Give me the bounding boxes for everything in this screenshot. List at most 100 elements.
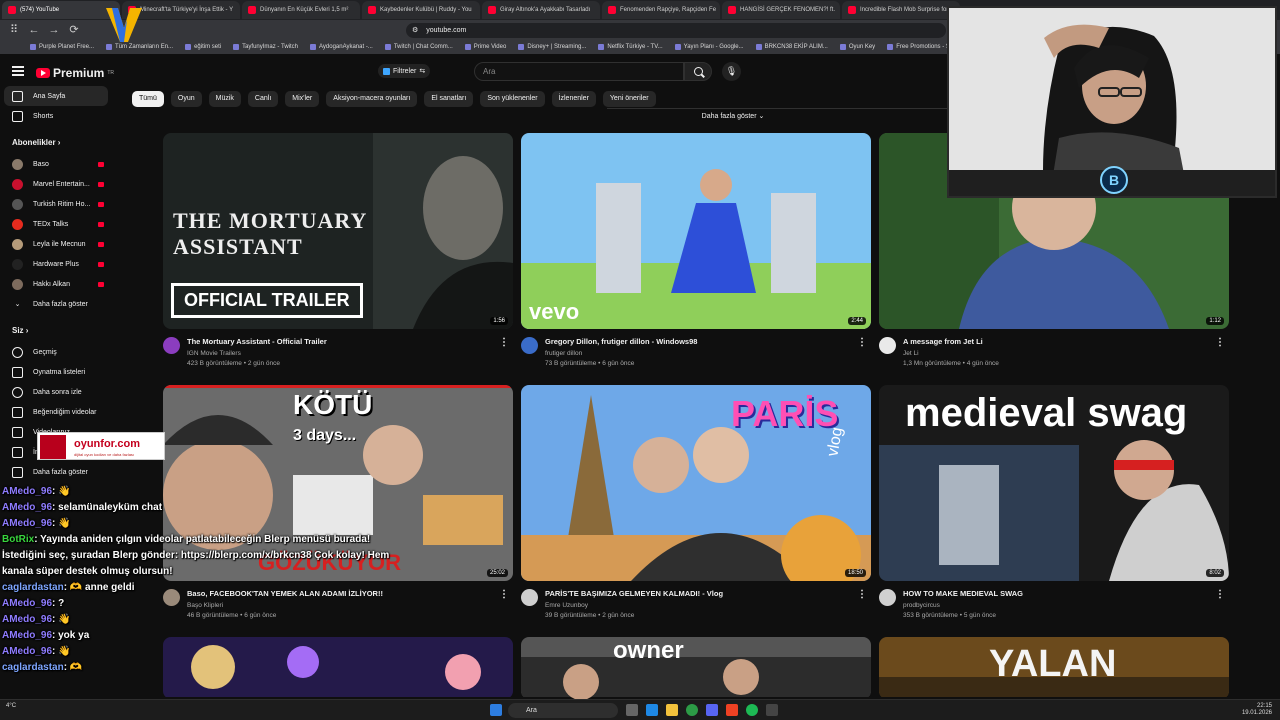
bookmark-item[interactable]: BRKCN38 EKİP ALIM... xyxy=(755,44,828,50)
file-explorer-icon[interactable] xyxy=(666,704,678,716)
more-options-icon[interactable]: ⋮ xyxy=(857,337,867,348)
bookmark-item[interactable]: Purple Planet Free... xyxy=(30,44,94,50)
start-icon[interactable] xyxy=(490,704,502,716)
channel-name[interactable]: IGN Movie Trailers xyxy=(187,350,513,357)
more-options-icon[interactable]: ⋮ xyxy=(1215,589,1225,600)
subscriptions-heading[interactable]: Abonelikler › xyxy=(0,132,112,154)
video-card[interactable]: owner xyxy=(521,637,871,699)
video-thumbnail[interactable]: vevo 2:44 xyxy=(521,133,871,329)
channel-name[interactable]: prodbycircus xyxy=(903,602,1229,609)
channel-avatar[interactable] xyxy=(879,337,896,354)
filter-chip[interactable]: El sanatları xyxy=(424,91,474,107)
bookmark-item[interactable]: AydoganAykanat -... xyxy=(310,44,373,50)
bookmark-item[interactable]: Prime Video xyxy=(464,44,506,50)
sidebar-item-clock[interactable]: Daha sonra izle xyxy=(0,382,112,402)
filter-chip[interactable]: Canlı xyxy=(247,91,279,107)
sidebar-item-like[interactable]: Beğendiğim videolar xyxy=(0,402,112,422)
video-title[interactable]: Gregory Dillon, frutiger dillon - Window… xyxy=(545,337,871,346)
channel-avatar[interactable] xyxy=(879,589,896,606)
video-card[interactable]: PARİS vlog 18:50 PARİS'TE BAŞIMIZA GELMEYE… xyxy=(521,385,871,631)
search-input[interactable]: Ara xyxy=(474,62,684,81)
video-card[interactable]: medieval swag 8:02 HOW TO MAKE MEDIEVAL SW… xyxy=(879,385,1229,631)
more-options-icon[interactable]: ⋮ xyxy=(499,589,509,600)
bookmark-item[interactable]: Yayın Planı - Google... xyxy=(674,44,744,50)
filter-chip[interactable]: Oyun xyxy=(170,91,202,107)
url-field[interactable]: ⚙ youtube.com xyxy=(406,22,946,38)
edge-icon[interactable] xyxy=(646,704,658,716)
sidebar-subscription[interactable]: Hardware Plus xyxy=(0,254,112,274)
sidebar-subscription[interactable]: Marvel Entertain... xyxy=(0,174,112,194)
you-heading[interactable]: Siz › xyxy=(0,320,112,342)
channel-avatar[interactable] xyxy=(521,337,538,354)
more-options-icon[interactable]: ⋮ xyxy=(857,589,867,600)
video-card[interactable]: THE MORTUARY ASSISTANT OFFICIAL TRAILER 1… xyxy=(163,133,513,379)
video-title[interactable]: The Mortuary Assistant - Official Traile… xyxy=(187,337,513,346)
sidebar-item-history[interactable]: Geçmiş xyxy=(0,342,112,362)
sidebar-item-home[interactable]: Ana Sayfa xyxy=(4,86,108,106)
channel-name[interactable]: Emre Uzunboy xyxy=(545,602,871,609)
sidebar-subscription[interactable]: Turkish Ritim Ho... xyxy=(0,194,112,214)
video-thumbnail[interactable]: YALAN xyxy=(879,637,1229,699)
browser-tab[interactable]: Giray Altınok'a Ayakkabı Tasarladı xyxy=(482,1,600,19)
bookmark-item[interactable]: Disney+ | Streaming... xyxy=(518,44,586,50)
bookmark-item[interactable]: Twitch | Chat Comm... xyxy=(384,44,453,50)
back-icon[interactable]: ← xyxy=(28,24,40,36)
video-thumbnail[interactable]: medieval swag 8:02 xyxy=(879,385,1229,581)
bookmark-item[interactable]: Oyun Key xyxy=(839,44,875,50)
video-title[interactable]: PARİS'TE BAŞIMIZA GELMEYEN KALMADI! - Vl… xyxy=(545,589,871,598)
settings-icon[interactable] xyxy=(766,704,778,716)
channel-name[interactable]: Jet Li xyxy=(903,350,1229,357)
sidebar-subscription[interactable]: Leyla ile Mecnun xyxy=(0,234,112,254)
bookmark-item[interactable]: eğitim seti xyxy=(185,44,221,50)
filters-button[interactable]: Filtreler ⇆ xyxy=(378,64,431,78)
sidebar-item-playlist[interactable]: Oynatma listeleri xyxy=(0,362,112,382)
video-title[interactable]: A message from Jet Li xyxy=(903,337,1229,346)
video-card[interactable]: vevo 2:44 Gregory Dillon, frutiger dillon … xyxy=(521,133,871,379)
browser-tab[interactable]: Incredible Flash Mob Surprise for xyxy=(842,1,960,19)
bookmark-item[interactable]: Netflix Türkiye - TV... xyxy=(598,44,663,50)
more-options-icon[interactable]: ⋮ xyxy=(1215,337,1225,348)
system-clock[interactable]: 22:15 19.01.2026 xyxy=(1242,703,1272,717)
sidebar-subscription[interactable]: Hakkı Alkan xyxy=(0,274,112,294)
more-options-icon[interactable]: ⋮ xyxy=(499,337,509,348)
menu-icon[interactable] xyxy=(12,66,24,76)
brave-icon[interactable] xyxy=(726,704,738,716)
video-thumbnail[interactable]: PARİS vlog 18:50 xyxy=(521,385,871,581)
taskbar-search[interactable]: Ara xyxy=(508,703,618,718)
forward-icon[interactable]: → xyxy=(48,24,60,36)
filter-chip[interactable]: Yeni öneriler xyxy=(602,91,656,107)
video-thumbnail[interactable]: THE MORTUARY ASSISTANT OFFICIAL TRAILER 1… xyxy=(163,133,513,329)
apps-icon[interactable]: ⠿ xyxy=(8,24,20,36)
bookmark-item[interactable]: TayfunyImaz - Twitch xyxy=(233,44,298,50)
microphone-icon[interactable]: 🎙 xyxy=(722,62,741,81)
channel-avatar[interactable] xyxy=(163,337,180,354)
filter-chip[interactable]: Müzik xyxy=(208,91,241,107)
sidebar-item-chevron-down[interactable]: Daha fazla göster xyxy=(0,462,112,482)
video-card[interactable]: YALAN xyxy=(879,637,1229,699)
show-more-button[interactable]: Daha fazla göster ⌄ xyxy=(607,108,949,124)
browser-tab[interactable]: Dünyanın En Küçük Evleri 1,5 m² xyxy=(242,1,360,19)
filter-chip[interactable]: Mix'ler xyxy=(285,91,320,107)
channel-name[interactable]: frutiger dillon xyxy=(545,350,871,357)
chrome-icon[interactable] xyxy=(686,704,698,716)
channel-avatar[interactable] xyxy=(521,589,538,606)
search-button[interactable] xyxy=(684,62,712,81)
browser-tab[interactable]: HANGİSİ GERÇEK FENOMEN?! ft. xyxy=(722,1,840,19)
filter-chip[interactable]: İzlenenler xyxy=(551,91,596,107)
sidebar-subscription[interactable]: TEDx Talks xyxy=(0,214,112,234)
browser-tab[interactable]: Kaybedenler Kulübü | Ruddy - You xyxy=(362,1,480,19)
sidebar-subscription[interactable]: Baso xyxy=(0,154,112,174)
video-thumbnail[interactable]: owner xyxy=(521,637,871,699)
spotify-icon[interactable] xyxy=(746,704,758,716)
weather-widget[interactable]: 4°C xyxy=(6,703,16,709)
sidebar-item-shorts[interactable]: Shorts xyxy=(0,106,112,126)
filter-chip[interactable]: Son yüklenenler xyxy=(480,91,545,107)
task-view-icon[interactable] xyxy=(626,704,638,716)
filter-chip[interactable]: Aksiyon-macera oyunları xyxy=(326,91,418,107)
browser-tab[interactable]: Fenomenden Rapçiye, Rapçiden Fe xyxy=(602,1,720,19)
reload-icon[interactable]: ⟳ xyxy=(68,24,80,36)
discord-icon[interactable] xyxy=(706,704,718,716)
subscriptions-more[interactable]: ⌄ Daha fazla göster xyxy=(0,294,112,314)
filter-chip[interactable]: Tümü xyxy=(132,91,164,107)
site-info-icon[interactable]: ⚙ xyxy=(412,26,418,34)
